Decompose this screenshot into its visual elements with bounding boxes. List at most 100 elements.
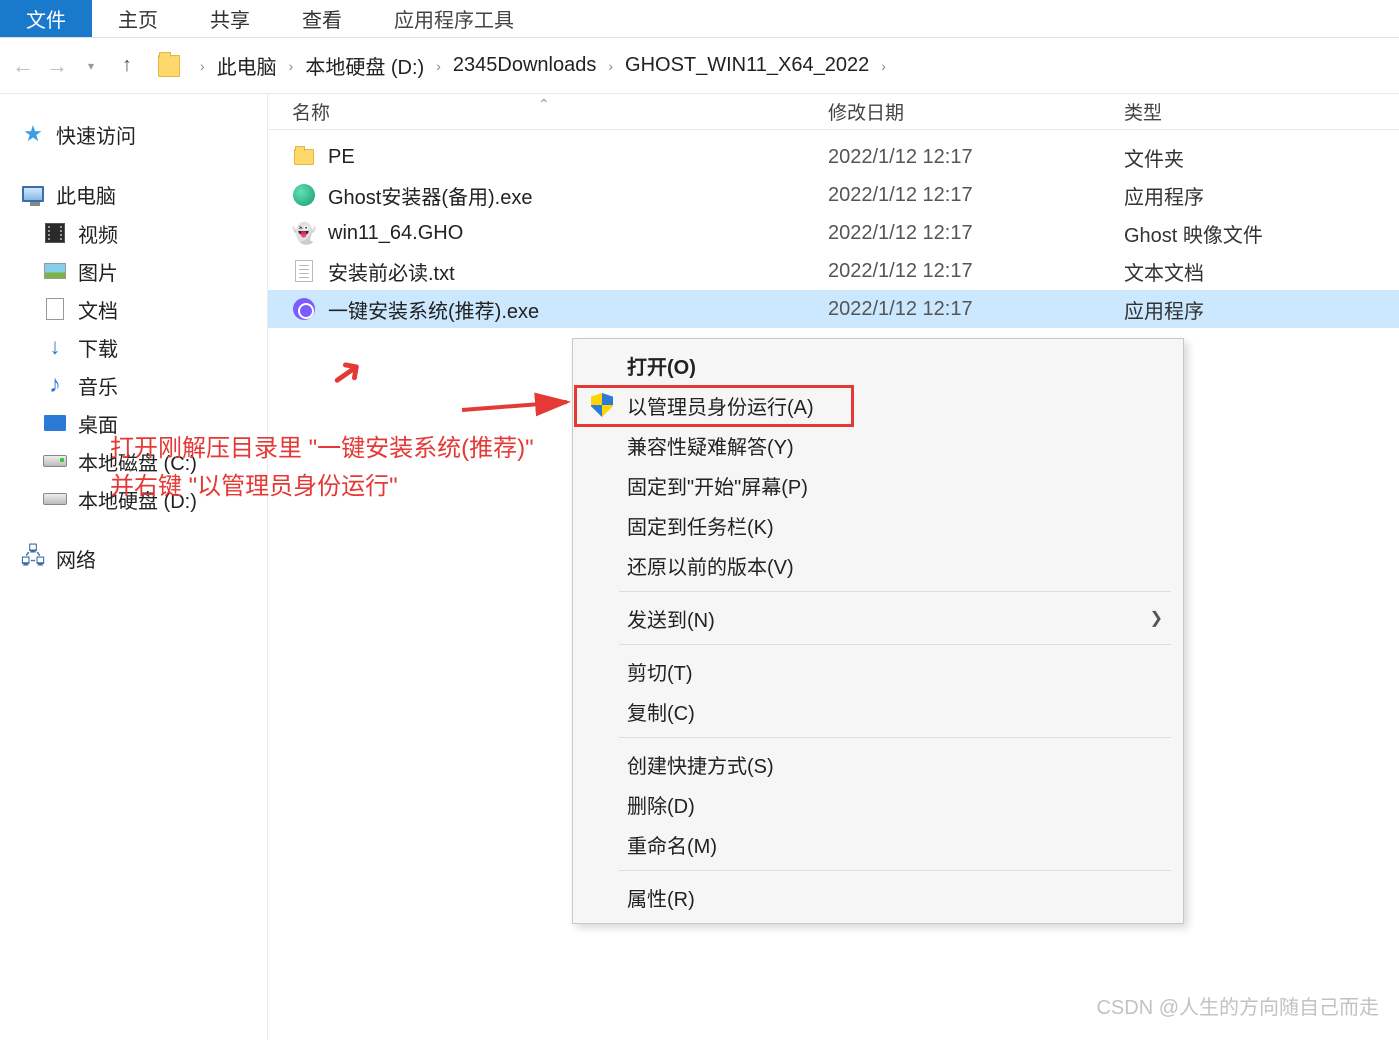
sidebar-label: 桌面 — [78, 409, 118, 438]
sidebar-documents[interactable]: 文档 — [0, 290, 267, 328]
ctx-compat[interactable]: 兼容性疑难解答(Y) — [575, 425, 1181, 465]
file-row[interactable]: 安装前必读.txt 2022/1/12 12:17 文本文档 — [268, 252, 1399, 290]
file-type: Ghost 映像文件 — [1118, 219, 1399, 248]
txt-icon — [292, 259, 316, 283]
ribbon-tabs: 文件 主页 共享 查看 应用程序工具 — [0, 0, 1399, 38]
file-name: win11_64.GHO — [328, 222, 463, 245]
file-name: PE — [328, 146, 355, 169]
ctx-open[interactable]: 打开(O) — [575, 345, 1181, 385]
desktop-icon — [42, 410, 68, 436]
separator — [619, 737, 1171, 738]
tab-view[interactable]: 查看 — [276, 0, 368, 37]
file-row[interactable]: PE 2022/1/12 12:17 文件夹 — [268, 138, 1399, 176]
chevron-right-icon: › — [881, 58, 886, 74]
drive-icon — [42, 486, 68, 512]
ctx-rename[interactable]: 重命名(M) — [575, 824, 1181, 864]
sidebar-label: 快速访问 — [56, 120, 136, 149]
sidebar-label: 本地硬盘 (D:) — [78, 485, 197, 514]
crumb-current[interactable]: GHOST_WIN11_X64_2022 — [623, 50, 871, 81]
nav-recent-button[interactable]: ▾ — [74, 49, 108, 83]
sidebar-downloads[interactable]: ↓ 下载 — [0, 328, 267, 366]
tab-share[interactable]: 共享 — [184, 0, 276, 37]
sidebar-network[interactable]: 🖧 网络 — [0, 538, 267, 578]
watermark: CSDN @人生的方向随自己而走 — [1096, 991, 1379, 1020]
separator — [619, 591, 1171, 592]
star-icon: ★ — [20, 121, 46, 147]
tab-app-tools[interactable]: 应用程序工具 — [368, 0, 540, 37]
sidebar-drive-d[interactable]: 本地硬盘 (D:) — [0, 480, 267, 518]
tab-home[interactable]: 主页 — [92, 0, 184, 37]
shield-icon — [589, 392, 615, 418]
file-date: 2022/1/12 12:17 — [828, 260, 1118, 283]
gho-icon: 👻 — [292, 221, 316, 245]
ctx-pin-taskbar[interactable]: 固定到任务栏(K) — [575, 505, 1181, 545]
ctx-pin-start[interactable]: 固定到"开始"屏幕(P) — [575, 465, 1181, 505]
separator — [619, 870, 1171, 871]
sidebar-music[interactable]: ♪ 音乐 — [0, 366, 267, 404]
sidebar-this-pc[interactable]: 此电脑 — [0, 174, 267, 214]
sidebar-label: 图片 — [78, 257, 118, 286]
file-name: Ghost安装器(备用).exe — [328, 181, 532, 210]
download-icon: ↓ — [42, 334, 68, 360]
column-date[interactable]: 修改日期 — [828, 98, 1118, 125]
file-type: 应用程序 — [1118, 295, 1399, 324]
sidebar-quick-access[interactable]: ★ 快速访问 — [0, 114, 267, 154]
file-row[interactable]: Ghost安装器(备用).exe 2022/1/12 12:17 应用程序 — [268, 176, 1399, 214]
sidebar-label: 下载 — [78, 333, 118, 362]
file-type: 应用程序 — [1118, 181, 1399, 210]
sidebar-label: 文档 — [78, 295, 118, 324]
exe-icon — [292, 183, 316, 207]
folder-icon — [158, 55, 180, 77]
ctx-delete[interactable]: 删除(D) — [575, 784, 1181, 824]
nav-back-button[interactable]: ← — [6, 49, 40, 83]
file-row-selected[interactable]: 一键安装系统(推荐).exe 2022/1/12 12:17 应用程序 — [268, 290, 1399, 328]
column-name[interactable]: 名称 — [268, 98, 828, 125]
file-name: 安装前必读.txt — [328, 257, 455, 286]
ctx-cut[interactable]: 剪切(T) — [575, 651, 1181, 691]
network-icon: 🖧 — [20, 545, 46, 571]
music-icon: ♪ — [42, 372, 68, 398]
file-name: 一键安装系统(推荐).exe — [328, 295, 539, 324]
chevron-right-icon: › — [200, 58, 205, 74]
file-row[interactable]: 👻 win11_64.GHO 2022/1/12 12:17 Ghost 映像文件 — [268, 214, 1399, 252]
ctx-shortcut[interactable]: 创建快捷方式(S) — [575, 744, 1181, 784]
breadcrumb[interactable]: › 此电脑 › 本地硬盘 (D:) › 2345Downloads › GHOS… — [190, 47, 896, 84]
sidebar-videos[interactable]: 视频 — [0, 214, 267, 252]
file-type: 文本文档 — [1118, 257, 1399, 286]
video-icon — [42, 220, 68, 246]
chevron-down-icon: ▾ — [88, 59, 94, 73]
sidebar-label: 音乐 — [78, 371, 118, 400]
sidebar-desktop[interactable]: 桌面 — [0, 404, 267, 442]
tab-file[interactable]: 文件 — [0, 0, 92, 37]
ctx-restore[interactable]: 还原以前的版本(V) — [575, 545, 1181, 585]
file-type: 文件夹 — [1118, 143, 1399, 172]
arrow-up-icon: ↑ — [122, 54, 132, 77]
file-date: 2022/1/12 12:17 — [828, 222, 1118, 245]
sidebar-pictures[interactable]: 图片 — [0, 252, 267, 290]
arrow-right-icon: → — [46, 53, 68, 79]
file-list: PE 2022/1/12 12:17 文件夹 Ghost安装器(备用).exe … — [268, 130, 1399, 328]
ctx-properties[interactable]: 属性(R) — [575, 877, 1181, 917]
drive-icon — [42, 448, 68, 474]
separator — [619, 644, 1171, 645]
document-icon — [42, 296, 68, 322]
ctx-send-to[interactable]: 发送到(N) ❯ — [575, 598, 1181, 638]
nav-up-button[interactable]: ↑ — [110, 49, 144, 83]
chevron-right-icon: › — [436, 58, 441, 74]
folder-icon — [292, 145, 316, 169]
crumb-drive-d[interactable]: 本地硬盘 (D:) — [303, 47, 426, 84]
image-icon — [42, 258, 68, 284]
sidebar-label: 视频 — [78, 219, 118, 248]
file-date: 2022/1/12 12:17 — [828, 146, 1118, 169]
ctx-copy[interactable]: 复制(C) — [575, 691, 1181, 731]
chevron-right-icon: ❯ — [1150, 608, 1163, 628]
crumb-downloads[interactable]: 2345Downloads — [451, 50, 598, 81]
ctx-run-as-admin[interactable]: 以管理员身份运行(A) — [575, 385, 1181, 425]
sidebar-drive-c[interactable]: 本地磁盘 (C:) — [0, 442, 267, 480]
address-bar: ← → ▾ ↑ › 此电脑 › 本地硬盘 (D:) › 2345Download… — [0, 38, 1399, 94]
sidebar-label: 本地磁盘 (C:) — [78, 447, 197, 476]
file-date: 2022/1/12 12:17 — [828, 298, 1118, 321]
crumb-this-pc[interactable]: 此电脑 — [215, 47, 279, 84]
column-type[interactable]: 类型 — [1118, 98, 1399, 125]
pc-icon — [20, 181, 46, 207]
